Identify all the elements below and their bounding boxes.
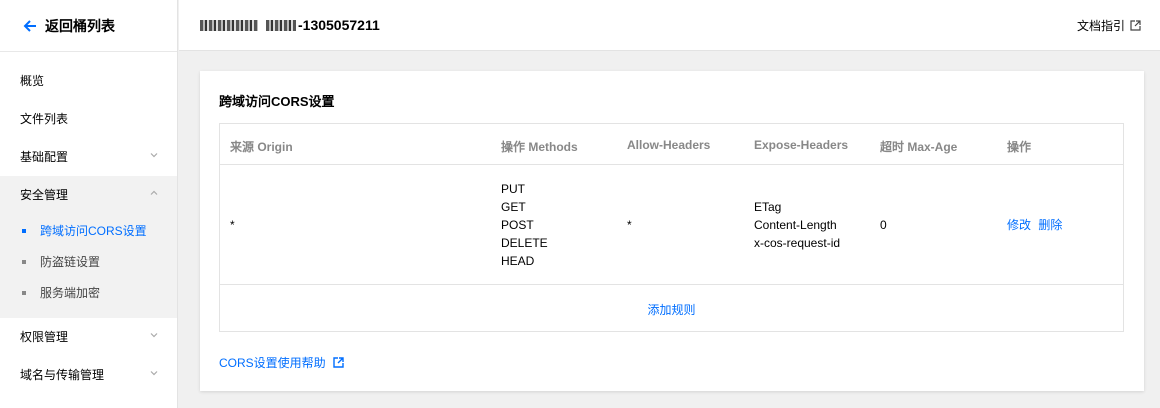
method-item: PUT — [501, 182, 525, 196]
bullet-icon — [22, 228, 26, 233]
chevron-down-icon — [150, 333, 158, 338]
bucket-name: -1305057211 — [200, 17, 380, 33]
sidebar-subitem-cors[interactable]: 跨域访问CORS设置 — [0, 215, 177, 246]
expose-header-item: Content-Length — [754, 218, 837, 232]
add-rule-button[interactable]: 添加规则 — [647, 301, 695, 318]
col-max-age: 超时 Max-Age — [880, 140, 958, 154]
expose-header-item: x-cos-request-id — [754, 236, 841, 250]
bullet-icon — [22, 290, 26, 295]
col-origin: 来源 Origin — [230, 140, 293, 154]
method-item: HEAD — [501, 254, 535, 268]
cell-actions: 修改 删除 — [1007, 216, 1062, 234]
bucket-id-suffix: -1305057211 — [298, 17, 380, 33]
sidebar-subitem-encryption[interactable]: 服务端加密 — [0, 277, 177, 308]
cors-table: 来源 Origin 操作 Methods Allow-Headers Expos… — [219, 123, 1124, 332]
edit-button[interactable]: 修改 — [1007, 218, 1031, 232]
cell-origin: * — [230, 218, 235, 232]
col-allow-headers: Allow-Headers — [627, 138, 711, 152]
cell-expose-headers: ETag Content-Length x-cos-request-id — [754, 198, 840, 252]
doc-guide-link[interactable]: 文档指引 — [1077, 17, 1141, 34]
sidebar-item-label: 域名与传输管理 — [20, 367, 105, 382]
redacted-text — [266, 19, 296, 31]
sidebar: 返回桶列表 概览 文件列表 基础配置 安全管理 跨域访问CORS设置 防盗链设置… — [0, 0, 178, 408]
method-item: DELETE — [501, 236, 548, 250]
col-expose-headers: Expose-Headers — [754, 138, 849, 152]
cell-methods: PUT GET POST DELETE HEAD — [501, 180, 548, 270]
chevron-down-icon — [150, 371, 158, 376]
bullet-icon — [22, 259, 26, 264]
arrow-left-icon — [23, 19, 36, 32]
col-actions: 操作 — [1007, 140, 1032, 154]
card-title: 跨域访问CORS设置 — [219, 94, 335, 109]
sidebar-subitem-hotlink[interactable]: 防盗链设置 — [0, 246, 177, 277]
add-rule-row: 添加规则 — [220, 286, 1123, 332]
redacted-text — [200, 19, 258, 31]
help-link-label: CORS设置使用帮助 — [219, 356, 326, 370]
expose-header-item: ETag — [754, 200, 782, 214]
method-item: GET — [501, 200, 526, 214]
back-label: 返回桶列表 — [45, 17, 115, 34]
cell-max-age: 0 — [880, 218, 887, 232]
sub-item-label: 防盗链设置 — [40, 255, 101, 269]
cors-help-link[interactable]: CORS设置使用帮助 — [219, 354, 344, 371]
delete-button[interactable]: 删除 — [1038, 218, 1062, 232]
cors-card: 跨域访问CORS设置 来源 Origin 操作 Methods Allow-He… — [200, 71, 1144, 391]
sidebar-item-label: 基础配置 — [20, 149, 69, 164]
sidebar-item-files[interactable]: 文件列表 — [0, 99, 177, 137]
chevron-up-icon — [150, 190, 158, 195]
back-to-bucket-list[interactable]: 返回桶列表 — [0, 0, 177, 52]
method-item: POST — [501, 218, 534, 232]
col-methods: 操作 Methods — [501, 140, 578, 154]
sidebar-item-permissions[interactable]: 权限管理 — [0, 317, 177, 355]
sidebar-item-label: 权限管理 — [20, 329, 69, 344]
chevron-down-icon — [150, 153, 158, 158]
cell-allow-headers: * — [627, 218, 632, 232]
table-row: * PUT GET POST DELETE HEAD * ETag Conten… — [220, 166, 1123, 285]
sub-item-label: 服务端加密 — [40, 286, 101, 300]
sidebar-item-label: 概览 — [20, 73, 45, 88]
sub-item-label: 跨域访问CORS设置 — [40, 224, 147, 238]
sidebar-item-label: 安全管理 — [20, 187, 69, 202]
sidebar-item-label: 文件列表 — [20, 111, 69, 126]
sidebar-item-security[interactable]: 安全管理 — [0, 175, 177, 213]
sidebar-item-overview[interactable]: 概览 — [0, 61, 177, 99]
sidebar-item-basic-config[interactable]: 基础配置 — [0, 137, 177, 175]
external-link-icon — [332, 357, 344, 368]
top-bar: -1305057211 文档指引 — [179, 0, 1160, 51]
sidebar-item-domain-transfer[interactable]: 域名与传输管理 — [0, 355, 177, 393]
table-header: 来源 Origin 操作 Methods Allow-Headers Expos… — [220, 124, 1123, 165]
doc-link-label: 文档指引 — [1076, 19, 1125, 33]
external-link-icon — [1130, 20, 1141, 31]
